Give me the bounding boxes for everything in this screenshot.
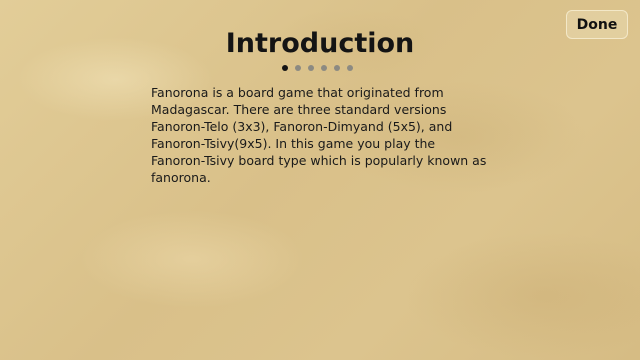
page-dot[interactable] xyxy=(321,65,327,71)
page-dot-active[interactable] xyxy=(282,65,288,71)
page-dot[interactable] xyxy=(334,65,340,71)
intro-paragraph: Fanorona is a board game that originated… xyxy=(151,85,487,185)
tutorial-page: Done Introduction Fanorona is a board ga… xyxy=(0,0,640,360)
page-title: Introduction xyxy=(225,28,415,59)
page-dot[interactable] xyxy=(347,65,353,71)
page-indicator xyxy=(282,65,353,71)
page-dot[interactable] xyxy=(295,65,301,71)
page-dot[interactable] xyxy=(308,65,314,71)
